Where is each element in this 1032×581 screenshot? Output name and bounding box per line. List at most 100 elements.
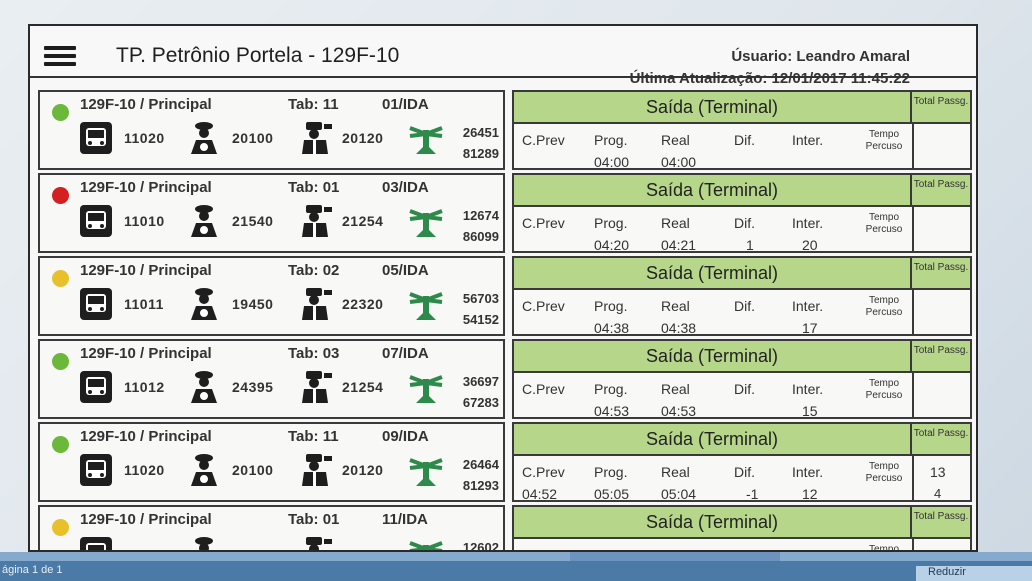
departure-panel: Saída (Terminal) Total Passg. C.Prev Pro… [512,339,972,419]
conductor-icon [300,286,334,327]
panel-title: Saída (Terminal) [514,175,912,207]
total-cell [912,373,970,419]
total-header: Total Passg. [912,258,970,290]
trip-row[interactable]: 129F-10 / Principal Tab: 01 11/IDA 12602… [30,505,976,550]
col-tempo: Tempo Percuso [865,212,903,235]
col-prog: Prog. [594,215,628,231]
conductor-icon [300,535,334,550]
val-real: 04:21 [661,237,697,253]
page-title: TP. Petrônio Portela - 129F-10 [116,44,400,67]
driver-id: 19450 [232,296,274,312]
col-dif: Dif. [734,215,755,231]
turnstile-count-start: 26451 [462,125,499,140]
col-tempo: Tempo Percuso [865,461,903,484]
trip-row[interactable]: 129F-10 / Principal Tab: 11 01/IDA 11020… [30,90,976,170]
col-dif: Dif. [734,132,755,148]
driver-icon [188,120,220,161]
driver-icon [188,369,220,410]
bus-number: 11010 [124,213,165,229]
vehicle-card[interactable]: 129F-10 / Principal Tab: 11 09/IDA 11020… [38,422,505,502]
val-inter: 20 [802,237,818,253]
col-inter: Inter. [792,381,824,397]
val-dif: -1 [746,486,759,502]
vehicle-card[interactable]: 129F-10 / Principal Tab: 11 01/IDA 11020… [38,90,505,170]
route-label: 129F-10 / Principal [80,96,212,113]
conductor-id: 21254 [342,379,384,395]
conductor-icon [300,452,334,493]
col-real: Real [661,464,690,480]
vehicle-card[interactable]: 129F-10 / Principal Tab: 02 05/IDA 11011… [38,256,505,336]
val-prog: 04:53 [594,403,630,419]
val-dif: 1 [746,237,754,253]
status-indicator [52,436,69,453]
direction-label: 03/IDA [382,179,429,196]
trip-row[interactable]: 129F-10 / Principal Tab: 11 09/IDA 11020… [30,422,976,502]
col-dif: Dif. [734,381,755,397]
col-cprev: C.Prev [522,298,565,314]
route-label: 129F-10 / Principal [80,179,212,196]
vehicle-card[interactable]: 129F-10 / Principal Tab: 01 11/IDA 12602 [38,505,505,550]
app-window: TP. Petrônio Portela - 129F-10 Úsuario: … [28,24,978,552]
vehicle-card[interactable]: 129F-10 / Principal Tab: 01 03/IDA 11010… [38,173,505,253]
driver-icon [188,452,220,493]
vehicle-card[interactable]: 129F-10 / Principal Tab: 03 07/IDA 11012… [38,339,505,419]
departure-panel: Saída (Terminal) Total Passg. C.Prev Pro… [512,256,972,336]
val-inter: 15 [802,403,818,419]
trip-row[interactable]: 129F-10 / Principal Tab: 02 05/IDA 11011… [30,256,976,336]
bus-icon [78,452,114,493]
menu-icon[interactable] [44,46,76,66]
tab-label: Tab: 01 [288,511,340,528]
col-inter: Inter. [792,464,824,480]
total-cell [912,539,970,550]
status-indicator [52,187,69,204]
col-inter: Inter. [792,132,824,148]
total-header: Total Passg. [912,341,970,373]
col-inter: Inter. [792,298,824,314]
turnstile-count-end: 67283 [462,395,499,410]
trip-row[interactable]: 129F-10 / Principal Tab: 03 07/IDA 11012… [30,339,976,419]
col-prog: Prog. [594,298,628,314]
header: TP. Petrônio Portela - 129F-10 Úsuario: … [30,26,976,87]
val-real: 04:53 [661,403,697,419]
val-inter: 12 [802,486,818,502]
page-info: ágina 1 de 1 [2,564,63,576]
conductor-icon [300,203,334,244]
bus-icon [78,286,114,327]
driver-icon [188,535,220,550]
bus-number: 11020 [124,130,165,146]
tab-label: Tab: 03 [288,345,340,362]
total-header: Total Passg. [912,424,970,456]
reduce-button[interactable]: Reduzir [916,566,1032,581]
panel-title: Saída (Terminal) [514,341,912,373]
val-real: 04:00 [661,154,697,170]
direction-label: 07/IDA [382,345,429,362]
total-header: Total Passg. [912,92,970,124]
direction-label: 05/IDA [382,262,429,279]
route-label: 129F-10 / Principal [80,428,212,445]
panel-title: Saída (Terminal) [514,424,912,456]
trip-row[interactable]: 129F-10 / Principal Tab: 01 03/IDA 11010… [30,173,976,253]
direction-label: 11/IDA [382,511,428,528]
val-real: 04:38 [661,320,697,336]
turnstile-count-end: 86099 [462,229,499,244]
horizontal-scrollbar[interactable] [0,552,1032,561]
scrollbar-thumb[interactable] [570,552,780,561]
status-bar: ágina 1 de 1 Reduzir [0,552,1032,581]
status-indicator [52,104,69,121]
col-real: Real [661,132,690,148]
tab-label: Tab: 11 [288,96,339,113]
tab-label: Tab: 01 [288,179,340,196]
col-tempo: Tempo Percuso [865,378,903,401]
turnstile-icon [406,452,446,493]
turnstile-count-start: 36697 [462,374,499,389]
panel-title: Saída (Terminal) [514,92,912,124]
conductor-id: 20120 [342,130,384,146]
col-prog: Prog. [594,464,628,480]
tab-label: Tab: 02 [288,262,340,279]
total-header: Total Passg. [912,175,970,207]
val-cprev: 04:52 [522,486,558,502]
route-label: 129F-10 / Principal [80,262,212,279]
col-cprev: C.Prev [522,132,565,148]
val-prog: 05:05 [594,486,630,502]
turnstile-icon [406,535,446,550]
